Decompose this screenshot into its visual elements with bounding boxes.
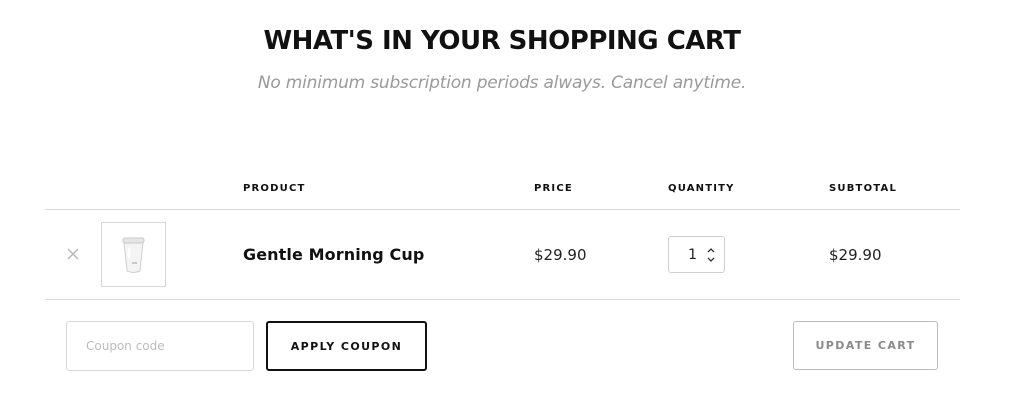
product-price: $29.90 [534,246,587,264]
column-header-subtotal: SUBTOTAL [829,183,898,194]
page-subtitle: No minimum subscription periods always. … [257,73,747,93]
close-icon [67,248,79,260]
cup-product-image [122,237,145,273]
quantity-stepper[interactable]: 1 [668,236,725,273]
cart-row: Gentle Morning Cup $29.90 1 $29.90 [0,210,1024,299]
product-name-link[interactable]: Gentle Morning Cup [243,245,424,264]
table-divider-bottom [45,299,960,300]
quantity-value[interactable]: 1 [688,247,697,263]
coupon-code-input[interactable] [66,321,254,371]
row-subtotal: $29.90 [829,246,882,264]
product-thumbnail[interactable] [101,222,166,287]
column-header-product: PRODUCT [243,183,306,194]
column-header-price: PRICE [534,183,573,194]
cart-table-header: PRODUCT PRICE QUANTITY SUBTOTAL [0,183,1024,197]
page-title: WHAT'S IN YOUR SHOPPING CART [263,26,741,56]
spinner-arrows-icon[interactable] [706,246,716,264]
column-header-quantity: QUANTITY [668,183,735,194]
remove-item-button[interactable] [64,245,82,263]
update-cart-button[interactable]: UPDATE CART [793,321,938,370]
apply-coupon-button[interactable]: APPLY COUPON [266,321,427,371]
